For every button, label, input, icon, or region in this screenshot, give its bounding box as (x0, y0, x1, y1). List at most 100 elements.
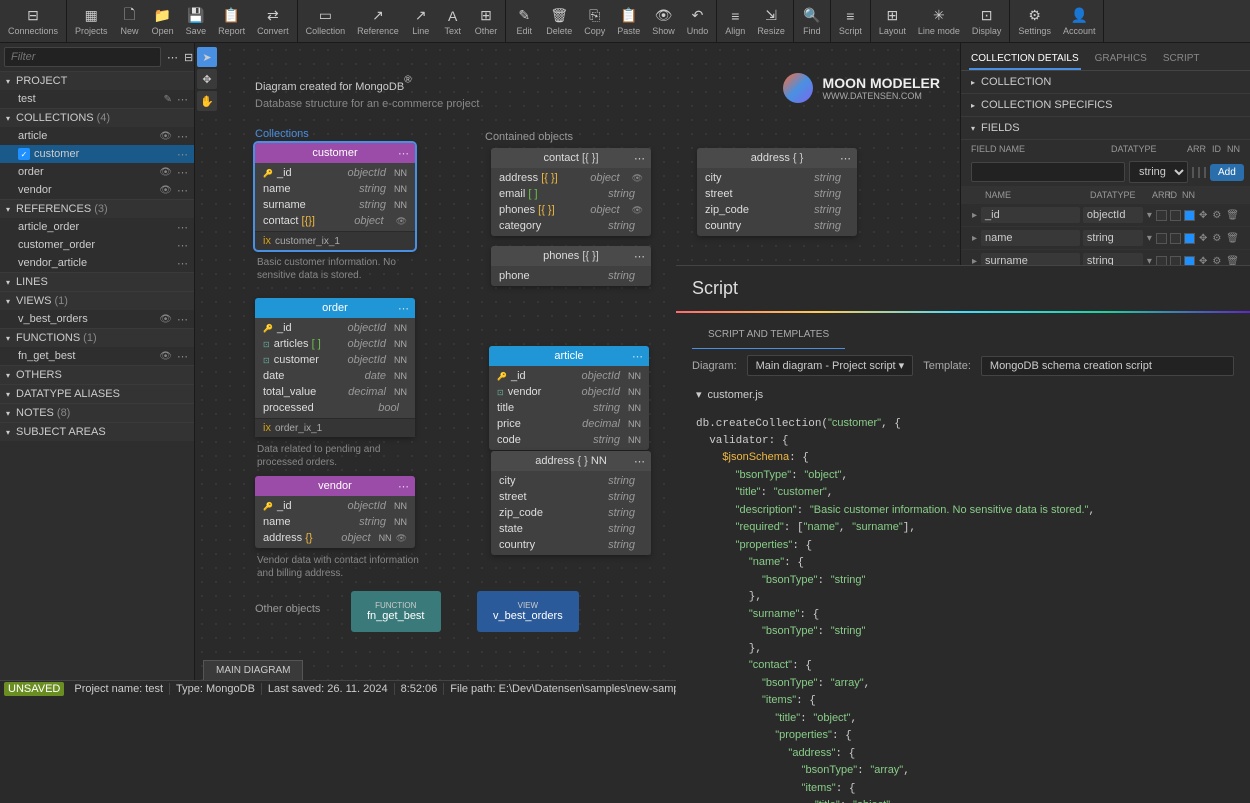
field-row[interactable]: datedateNN (255, 368, 415, 384)
field-row[interactable]: namestringNN (255, 181, 415, 197)
tree-section-notes[interactable]: ▾NOTES(8) (0, 403, 194, 422)
field-row[interactable]: email [ ]string (491, 186, 651, 202)
move-tool-icon[interactable]: ✥ (197, 69, 217, 89)
delete-icon[interactable]: 🗑 (1225, 233, 1240, 244)
entity-phones[interactable]: phones [{ }]⋯ phonestring (491, 246, 651, 286)
field-eye-icon[interactable]: 👁 (632, 173, 643, 184)
view-object[interactable]: VIEW v_best_orders (477, 591, 579, 632)
tree-section-lines[interactable]: ▾LINES (0, 272, 194, 291)
edit-icon[interactable]: ✎ (164, 94, 172, 105)
id-check[interactable] (1170, 233, 1181, 244)
field-row[interactable]: address {}objectNN👁 (255, 530, 415, 546)
field-row[interactable]: namestringNN (255, 514, 415, 530)
field-row[interactable]: contact [{}]object👁 (255, 213, 415, 229)
function-object[interactable]: FUNCTION fn_get_best (351, 591, 441, 632)
filter-input[interactable] (4, 47, 161, 67)
entity-menu-icon[interactable]: ⋯ (634, 152, 645, 165)
entity-address_bot[interactable]: address { } NN⋯citystringstreetstringzip… (491, 451, 651, 555)
script-diagram-select[interactable]: Main diagram - Project script ▾ (747, 355, 914, 376)
visibility-icon[interactable]: 👁 (159, 131, 172, 142)
tree-section-datatype aliases[interactable]: ▾DATATYPE ALIASES (0, 384, 194, 403)
hand-tool-icon[interactable]: ✋ (197, 91, 217, 111)
field-list-row[interactable]: ▸namestring▾✥⚙🗑 (961, 227, 1250, 250)
new-field-type-select[interactable]: string (1129, 161, 1188, 183)
align-button[interactable]: ≡Align (719, 0, 751, 42)
collection-button[interactable]: ▭Collection (300, 0, 352, 42)
save-button[interactable]: 💾Save (180, 0, 213, 42)
nn-check[interactable] (1184, 210, 1195, 221)
field-row[interactable]: total_valuedecimalNN (255, 384, 415, 400)
entity-header[interactable]: phones [{ }]⋯ (491, 246, 651, 266)
field-row[interactable]: zip_codestring (491, 505, 651, 521)
entity-menu-icon[interactable]: ⋯ (632, 350, 643, 363)
field-eye-icon[interactable]: 👁 (396, 533, 407, 544)
field-row[interactable]: 🔑_idobjectIdNN (255, 320, 415, 336)
script-button[interactable]: ≡Script (833, 0, 868, 42)
id-check[interactable] (1170, 210, 1181, 221)
section-collection[interactable]: ▸COLLECTION (961, 71, 1250, 94)
report-button[interactable]: 📋Report (212, 0, 251, 42)
item-menu-icon[interactable]: ⋯ (177, 239, 188, 252)
field-row[interactable]: ⊡articles [ ]objectIdNN (255, 336, 415, 352)
nn-check[interactable] (1184, 233, 1195, 244)
tab-graphics[interactable]: GRAPHICS (1093, 49, 1149, 70)
line mode-button[interactable]: ✳Line mode (912, 0, 966, 42)
entity-menu-icon[interactable]: ⋯ (634, 250, 645, 263)
copy-button[interactable]: ⎘Copy (578, 0, 611, 42)
tree-item-vendor[interactable]: vendor👁⋯ (0, 181, 194, 199)
tree-item-fn_get_best[interactable]: fn_get_best👁⋯ (0, 347, 194, 365)
field-row[interactable]: 🔑_idobjectIdNN (489, 368, 649, 384)
item-menu-icon[interactable]: ⋯ (177, 313, 188, 326)
tree-section-subject areas[interactable]: ▾SUBJECT AREAS (0, 422, 194, 441)
new-field-id-check[interactable] (1198, 167, 1200, 178)
undo-button[interactable]: ↶Undo (681, 0, 715, 42)
display-button[interactable]: ⊡Display (966, 0, 1008, 42)
item-menu-icon[interactable]: ⋯ (177, 257, 188, 270)
entity-index[interactable]: ixcustomer_ix_1 (255, 231, 415, 250)
expand-icon[interactable]: ▸ (971, 233, 978, 244)
entity-header[interactable]: vendor⋯ (255, 476, 415, 496)
item-menu-icon[interactable]: ⋯ (177, 184, 188, 197)
diagram-tab[interactable]: MAIN DIAGRAM (203, 660, 303, 680)
entity-header[interactable]: customer⋯ (255, 143, 415, 163)
layout-button[interactable]: ⊞Layout (873, 0, 912, 42)
tree-item-customer[interactable]: ✓customer⋯ (0, 145, 194, 163)
new-button[interactable]: 🗋New (114, 0, 146, 42)
entity-vendor[interactable]: vendor⋯🔑_idobjectIdNNnamestringNNaddress… (255, 476, 415, 548)
arr-check[interactable] (1156, 233, 1167, 244)
tab-script[interactable]: SCRIPT (1161, 49, 1202, 70)
item-menu-icon[interactable]: ⋯ (177, 130, 188, 143)
show-button[interactable]: 👁Show (646, 0, 681, 42)
entity-header[interactable]: contact [{ }]⋯ (491, 148, 651, 168)
visibility-icon[interactable]: 👁 (159, 185, 172, 196)
field-row[interactable]: countrystring (491, 537, 651, 553)
projects-button[interactable]: ▦Projects (69, 0, 114, 42)
tree-section-project[interactable]: ▾PROJECT (0, 71, 194, 90)
settings-icon[interactable]: ⚙ (1211, 210, 1222, 221)
field-row[interactable]: phonestring (491, 268, 651, 284)
account-button[interactable]: 👤Account (1057, 0, 1102, 42)
field-list-row[interactable]: ▸_idobjectId▾✥⚙🗑 (961, 204, 1250, 227)
new-field-nn-check[interactable] (1204, 167, 1206, 178)
tree-section-views[interactable]: ▾VIEWS(1) (0, 291, 194, 310)
tree-item-article_order[interactable]: article_order⋯ (0, 218, 194, 236)
connections-button[interactable]: ⊟Connections (2, 0, 64, 42)
entity-menu-icon[interactable]: ⋯ (398, 147, 409, 160)
edit-button[interactable]: ✎Edit (508, 0, 540, 42)
field-row[interactable]: streetstring (697, 186, 857, 202)
tree-section-collections[interactable]: ▾COLLECTIONS(4) (0, 108, 194, 127)
delete-button[interactable]: 🗑Delete (540, 0, 578, 42)
open-button[interactable]: 📁Open (146, 0, 180, 42)
field-row[interactable]: processedbool (255, 400, 415, 416)
field-row[interactable]: address [{ }]object👁 (491, 170, 651, 186)
tree-item-order[interactable]: order👁⋯ (0, 163, 194, 181)
tree-section-others[interactable]: ▾OTHERS (0, 365, 194, 384)
entity-header[interactable]: address { }⋯ (697, 148, 857, 168)
resize-button[interactable]: ⇲Resize (751, 0, 791, 42)
field-row[interactable]: surnamestringNN (255, 197, 415, 213)
tree-item-vendor_article[interactable]: vendor_article⋯ (0, 254, 194, 272)
paste-button[interactable]: 📋Paste (611, 0, 646, 42)
visibility-icon[interactable]: 👁 (159, 167, 172, 178)
entity-menu-icon[interactable]: ⋯ (840, 152, 851, 165)
field-row[interactable]: categorystring (491, 218, 651, 234)
